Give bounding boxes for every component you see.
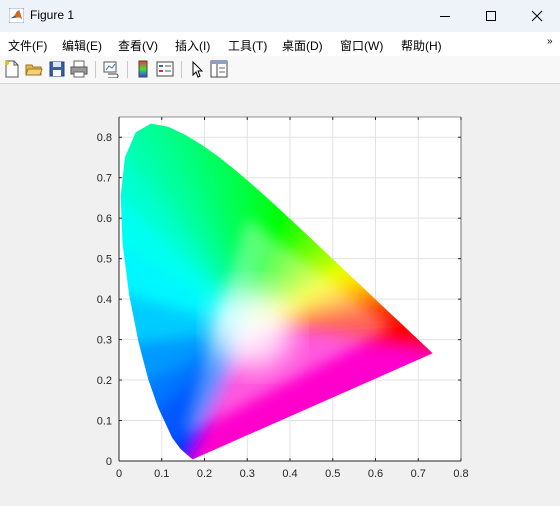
y-tick-label: 0.3 (97, 335, 112, 347)
y-tick-label: 0.4 (97, 294, 112, 306)
x-tick-label: 0.6 (368, 468, 383, 480)
open-file-icon[interactable] (25, 60, 43, 78)
maximize-button[interactable] (468, 0, 514, 32)
toolbar-separator (95, 61, 96, 78)
toolbar-separator (127, 61, 128, 78)
menu-file[interactable]: 文件(F) (8, 37, 47, 54)
y-tick-label: 0 (106, 456, 112, 468)
chevron-double-icon[interactable]: » (547, 36, 553, 47)
y-tick-label: 0.1 (97, 416, 112, 428)
select-arrow-icon[interactable] (188, 60, 206, 78)
title-bar[interactable]: Figure 1 (0, 0, 560, 32)
save-icon[interactable] (48, 60, 66, 78)
x-tick-label: 0.4 (282, 468, 297, 480)
close-button[interactable] (514, 0, 560, 32)
menu-edit[interactable]: 编辑(E) (62, 37, 102, 54)
matlab-logo-icon (9, 8, 24, 23)
x-tick-label: 0.3 (240, 468, 255, 480)
figure-window: Figure 1 文件(F) 编辑(E) 查看(V) 插入(I) 工具(T) 桌… (0, 0, 560, 506)
property-inspector-icon[interactable] (210, 60, 228, 78)
maximize-icon (486, 11, 496, 21)
x-tick-label: 0.8 (453, 468, 468, 480)
menu-window[interactable]: 窗口(W) (340, 37, 383, 54)
chromaticity-plot[interactable]: 0 0.1 0.2 0.3 0.4 0.5 0.6 0.7 0.8 0 0.1 0.2 0.3 0.4 0… (0, 84, 560, 506)
menu-tools[interactable]: 工具(T) (228, 37, 267, 54)
figure-canvas[interactable]: 0 0.1 0.2 0.3 0.4 0.5 0.6 0.7 0.8 0 0.1 0.2 0.3 0.4 0… (0, 84, 560, 506)
legend-icon[interactable] (156, 60, 174, 78)
menu-view[interactable]: 查看(V) (118, 37, 158, 54)
close-icon (531, 10, 543, 22)
y-tick-label: 0.5 (97, 254, 112, 266)
x-tick-label: 0.2 (197, 468, 212, 480)
y-tick-label: 0.7 (97, 173, 112, 185)
y-tick-label: 0.2 (97, 375, 112, 387)
toolbar (0, 56, 560, 84)
colorbar-icon[interactable] (134, 60, 152, 78)
y-tick-label: 0.8 (97, 132, 112, 144)
menu-bar: 文件(F) 编辑(E) 查看(V) 插入(I) 工具(T) 桌面(D) 窗口(W… (0, 32, 560, 56)
new-figure-icon[interactable] (3, 60, 21, 78)
link-plot-icon[interactable] (102, 60, 120, 78)
white-point-glow (212, 287, 293, 368)
menu-help[interactable]: 帮助(H) (401, 37, 442, 54)
y-tick-label: 0.6 (97, 213, 112, 225)
minimize-button[interactable] (422, 0, 468, 32)
menu-insert[interactable]: 插入(I) (175, 37, 210, 54)
x-tick-label: 0 (116, 468, 122, 480)
x-tick-label: 0.5 (325, 468, 340, 480)
x-tick-label: 0.1 (154, 468, 169, 480)
x-tick-label: 0.7 (411, 468, 426, 480)
menu-desktop[interactable]: 桌面(D) (282, 37, 323, 54)
window-title: Figure 1 (30, 8, 75, 22)
toolbar-separator (181, 61, 182, 78)
minimize-icon (440, 16, 450, 17)
print-icon[interactable] (70, 60, 88, 78)
